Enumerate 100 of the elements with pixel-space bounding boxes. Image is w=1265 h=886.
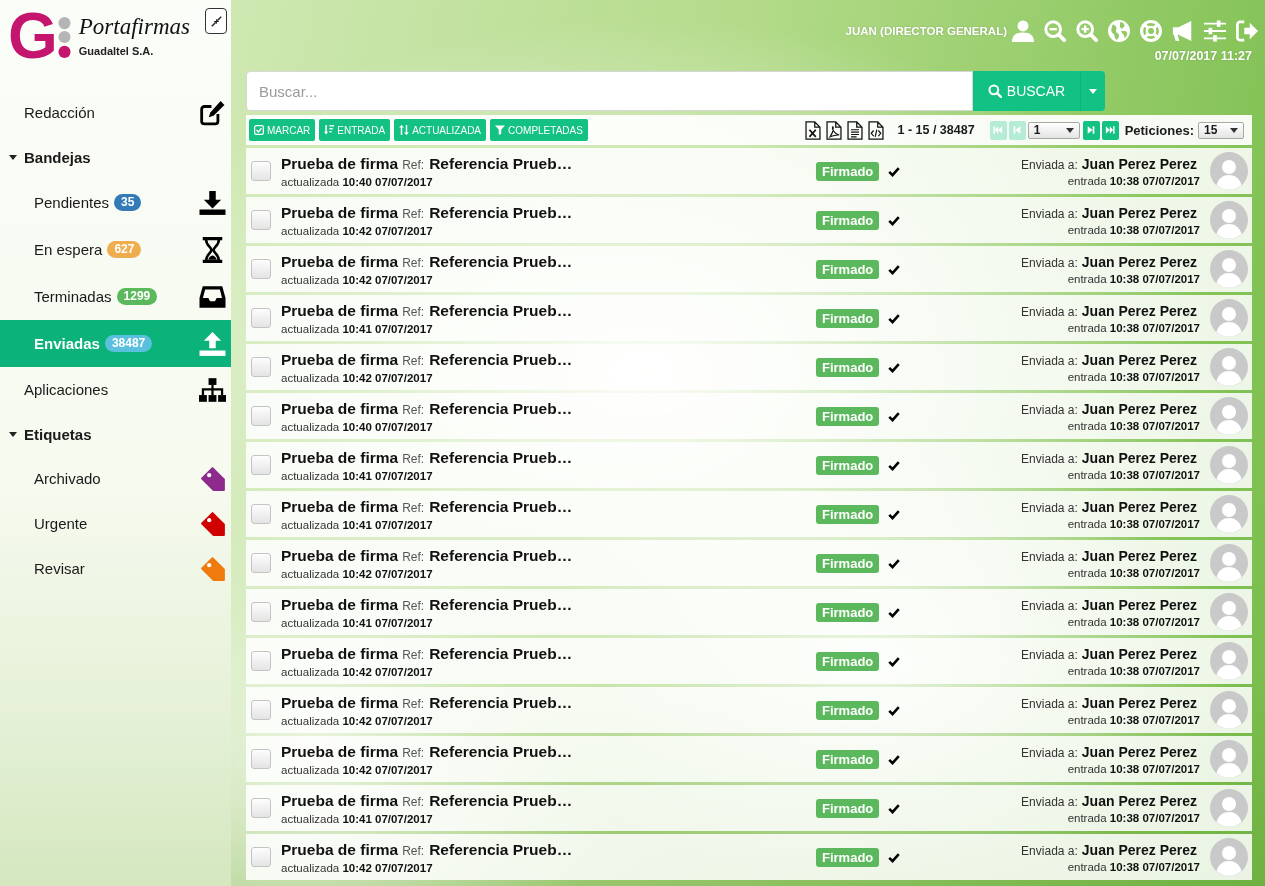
menu-item[interactable]: Revisar — [0, 546, 231, 591]
request-title: Prueba de firma — [281, 644, 399, 663]
request-row[interactable]: Prueba de firma Ref: Referencia Prueb… actualizada 10:42 07/07/2017 Firmado Enviada a: Juan Perez Perez entrada 10:38 07/07/2017 — [246, 834, 1252, 880]
avatar-icon — [1210, 348, 1248, 386]
recipient-name: Juan Perez Perez — [1081, 155, 1197, 172]
reference-text: Referencia Prueb… — [429, 154, 573, 173]
compress-icon — [210, 15, 222, 27]
request-row[interactable]: Prueba de firma Ref: Referencia Prueb… actualizada 10:41 07/07/2017 Firmado Enviada a: Juan Perez Perez entrada 10:38 07/07/2017 — [246, 295, 1252, 341]
row-checkbox[interactable] — [251, 455, 271, 475]
zoom-in-icon[interactable] — [1076, 20, 1098, 42]
recipient-name: Juan Perez Perez — [1081, 694, 1197, 711]
collapse-button[interactable] — [205, 8, 227, 34]
avatar-icon — [1210, 740, 1248, 778]
globe-icon[interactable] — [1108, 20, 1130, 42]
count-badge: 35 — [114, 194, 142, 211]
row-checkbox[interactable] — [251, 504, 271, 524]
logo-dots-icon — [57, 16, 71, 59]
row-checkbox[interactable] — [251, 210, 271, 230]
row-checkbox[interactable] — [251, 308, 271, 328]
status-badge: Firmado — [816, 504, 880, 524]
entry-timestamp: entrada 10:38 07/07/2017 — [1067, 811, 1200, 824]
sliders-icon[interactable] — [1204, 20, 1226, 42]
request-row[interactable]: Prueba de firma Ref: Referencia Prueb… actualizada 10:40 07/07/2017 Firmado Enviada a: Juan Perez Perez entrada 10:38 07/07/2017 — [246, 148, 1252, 194]
megaphone-icon[interactable] — [1172, 20, 1194, 42]
check-icon — [888, 508, 901, 520]
row-checkbox[interactable] — [251, 700, 271, 720]
user-icon[interactable] — [1012, 20, 1034, 42]
row-checkbox[interactable] — [251, 357, 271, 377]
code-file-icon[interactable] — [868, 120, 885, 140]
sent-to-label: Enviada a: — [1021, 843, 1078, 858]
sent-to-label: Enviada a: — [1021, 255, 1078, 270]
menu-item[interactable]: Urgente — [0, 501, 231, 546]
check-icon — [888, 165, 901, 177]
request-row[interactable]: Prueba de firma Ref: Referencia Prueb… actualizada 10:40 07/07/2017 Firmado Enviada a: Juan Perez Perez entrada 10:38 07/07/2017 — [246, 393, 1252, 439]
menu-item[interactable]: Terminadas 1299 — [0, 273, 231, 320]
last-page-button[interactable] — [1101, 120, 1119, 140]
row-checkbox[interactable] — [251, 406, 271, 426]
menu-item[interactable]: Pendientes 35 — [0, 179, 231, 226]
request-row[interactable]: Prueba de firma Ref: Referencia Prueb… actualizada 10:42 07/07/2017 Firmado Enviada a: Juan Perez Perez entrada 10:38 07/07/2017 — [246, 687, 1252, 733]
request-title: Prueba de firma — [281, 154, 399, 173]
per-page-select[interactable]: 15 — [1198, 121, 1244, 139]
request-row[interactable]: Prueba de firma Ref: Referencia Prueb… actualizada 10:41 07/07/2017 Firmado Enviada a: Juan Perez Perez entrada 10:38 07/07/2017 — [246, 589, 1252, 635]
sent-to-label: Enviada a: — [1021, 157, 1078, 172]
spreadsheet-file-icon[interactable] — [805, 120, 822, 140]
sign-out-icon[interactable] — [1236, 20, 1258, 42]
menu-item[interactable]: Aplicaciones — [0, 367, 231, 412]
request-row[interactable]: Prueba de firma Ref: Referencia Prueb… actualizada 10:42 07/07/2017 Firmado Enviada a: Juan Perez Perez entrada 10:38 07/07/2017 — [246, 638, 1252, 684]
row-checkbox[interactable] — [251, 749, 271, 769]
request-row[interactable]: Prueba de firma Ref: Referencia Prueb… actualizada 10:42 07/07/2017 Firmado Enviada a: Juan Perez Perez entrada 10:38 07/07/2017 — [246, 736, 1252, 782]
request-row[interactable]: Prueba de firma Ref: Referencia Prueb… actualizada 10:42 07/07/2017 Firmado Enviada a: Juan Perez Perez entrada 10:38 07/07/2017 — [246, 197, 1252, 243]
page-select[interactable]: 1 — [1027, 121, 1080, 139]
request-row[interactable]: Prueba de firma Ref: Referencia Prueb… actualizada 10:42 07/07/2017 Firmado Enviada a: Juan Perez Perez entrada 10:38 07/07/2017 — [246, 246, 1252, 292]
updated-timestamp: actualizada 10:41 07/07/2017 — [281, 469, 433, 482]
row-checkbox[interactable] — [251, 651, 271, 671]
recipient-name: Juan Perez Perez — [1081, 645, 1197, 662]
entry-timestamp: entrada 10:38 07/07/2017 — [1067, 713, 1200, 726]
request-row[interactable]: Prueba de firma Ref: Referencia Prueb… actualizada 10:41 07/07/2017 Firmado Enviada a: Juan Perez Perez entrada 10:38 07/07/2017 — [246, 442, 1252, 488]
search-field[interactable]: Buscar... — [246, 71, 973, 111]
request-title: Prueba de firma — [281, 791, 399, 810]
menu-item[interactable]: Redacción — [0, 90, 231, 135]
recipient-name: Juan Perez Perez — [1081, 498, 1197, 515]
section-header[interactable]: Bandejas — [0, 135, 231, 179]
row-checkbox[interactable] — [251, 553, 271, 573]
dropdown-toggle[interactable] — [1080, 71, 1105, 111]
row-checkbox[interactable] — [251, 602, 271, 622]
recipient-name: Juan Perez Perez — [1081, 547, 1197, 564]
app-name: Portafirmas — [78, 14, 190, 40]
reference-text: Referencia Prueb… — [429, 595, 573, 614]
request-row[interactable]: Prueba de firma Ref: Referencia Prueb… actualizada 10:42 07/07/2017 Firmado Enviada a: Juan Perez Perez entrada 10:38 07/07/2017 — [246, 344, 1252, 390]
row-checkbox[interactable] — [251, 161, 271, 181]
menu-item[interactable]: En espera 627 — [0, 226, 231, 273]
row-checkbox[interactable] — [251, 798, 271, 818]
text-file-icon[interactable] — [847, 120, 864, 140]
avatar-icon — [1210, 544, 1248, 582]
row-checkbox[interactable] — [251, 259, 271, 279]
avatar-icon — [1210, 838, 1248, 876]
zoom-out-icon[interactable] — [1044, 20, 1066, 42]
request-row[interactable]: Prueba de firma Ref: Referencia Prueb… actualizada 10:42 07/07/2017 Firmado Enviada a: Juan Perez Perez entrada 10:38 07/07/2017 — [246, 540, 1252, 586]
caret-icon — [1065, 127, 1074, 133]
check-icon — [888, 312, 901, 324]
row-checkbox[interactable] — [251, 847, 271, 867]
lifebuoy-icon[interactable] — [1140, 20, 1162, 42]
ref-label: Ref: — [402, 353, 425, 368]
sort-icon — [324, 125, 335, 135]
pdf-file-icon[interactable] — [826, 120, 843, 140]
menu-item[interactable]: Archivado — [0, 456, 231, 501]
request-row[interactable]: Prueba de firma Ref: Referencia Prueb… actualizada 10:41 07/07/2017 Firmado Enviada a: Juan Perez Perez entrada 10:38 07/07/2017 — [246, 785, 1252, 831]
request-row[interactable]: Prueba de firma Ref: Referencia Prueb… actualizada 10:41 07/07/2017 Firmado Enviada a: Juan Perez Perez entrada 10:38 07/07/2017 — [246, 491, 1252, 537]
check-icon — [888, 361, 901, 373]
checkbox-icon — [254, 125, 264, 135]
reference-text: Referencia Prueb… — [429, 693, 573, 712]
recipient-name: Juan Perez Perez — [1081, 841, 1197, 858]
updated-timestamp: actualizada 10:42 07/07/2017 — [281, 371, 433, 384]
entry-timestamp: entrada 10:38 07/07/2017 — [1067, 664, 1200, 677]
entry-timestamp: entrada 10:38 07/07/2017 — [1067, 566, 1200, 579]
updated-timestamp: actualizada 10:41 07/07/2017 — [281, 616, 433, 629]
edit-icon — [199, 99, 226, 126]
section-header[interactable]: Etiquetas — [0, 412, 231, 456]
reference-text: Referencia Prueb… — [429, 497, 573, 516]
next-page-button[interactable] — [1082, 120, 1100, 140]
